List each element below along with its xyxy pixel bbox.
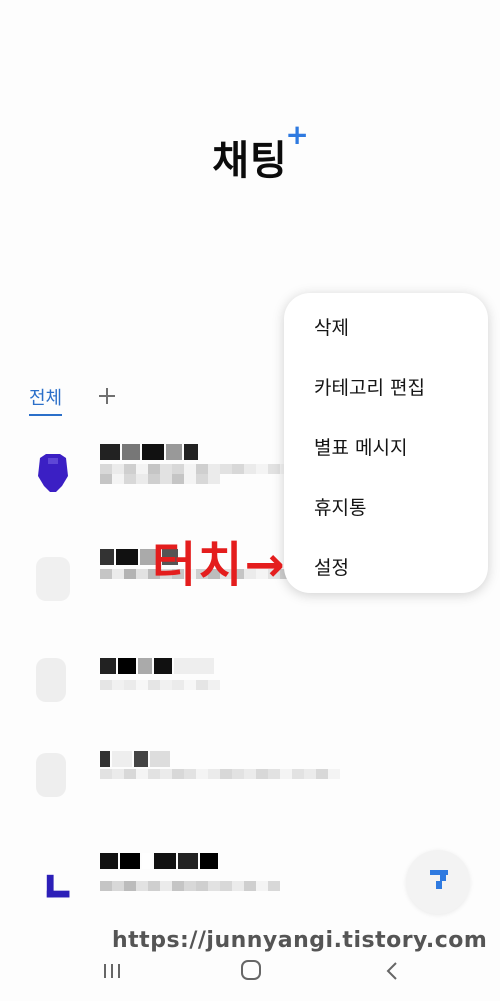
menu-item-settings[interactable]: 설정 [314,553,349,580]
message-preview-redacted [100,680,340,710]
system-navigation-bar [0,950,500,1001]
contact-name-redacted [100,658,214,674]
home-button[interactable] [240,958,262,988]
avatar [36,753,66,797]
page-title: 채팅 + [0,118,500,186]
plus-icon [99,388,115,404]
conversation-item[interactable] [0,650,500,750]
plus-badge-icon: + [285,118,310,151]
conversation-item[interactable] [0,745,500,845]
avatar [36,658,66,702]
message-preview-redacted [100,881,340,911]
recents-icon [104,964,120,978]
back-icon [386,962,397,980]
overflow-menu: 삭제 카테고리 편집 별표 메시지 휴지통 설정 [284,293,488,593]
add-category-button[interactable] [97,378,117,413]
menu-item-edit-categories[interactable]: 카테고리 편집 [314,373,425,400]
compose-icon [430,870,448,889]
contact-name-redacted [100,444,198,460]
app-title-text: 채팅 [212,138,288,184]
contact-name-redacted [100,751,170,767]
avatar [38,454,68,492]
menu-item-starred-messages[interactable]: 별표 메시지 [314,433,407,460]
back-button[interactable] [382,958,402,988]
recents-button[interactable] [102,958,122,988]
touch-annotation: 터치→ [152,537,287,593]
compose-button[interactable] [406,850,470,914]
contact-name-redacted [100,853,218,869]
menu-item-delete[interactable]: 삭제 [314,313,349,340]
home-icon [241,960,261,980]
tab-all[interactable]: 전체 [29,384,63,416]
avatar [36,557,70,601]
avatar [46,874,70,898]
menu-item-trash[interactable]: 휴지통 [314,493,366,520]
message-preview-redacted [100,769,340,799]
